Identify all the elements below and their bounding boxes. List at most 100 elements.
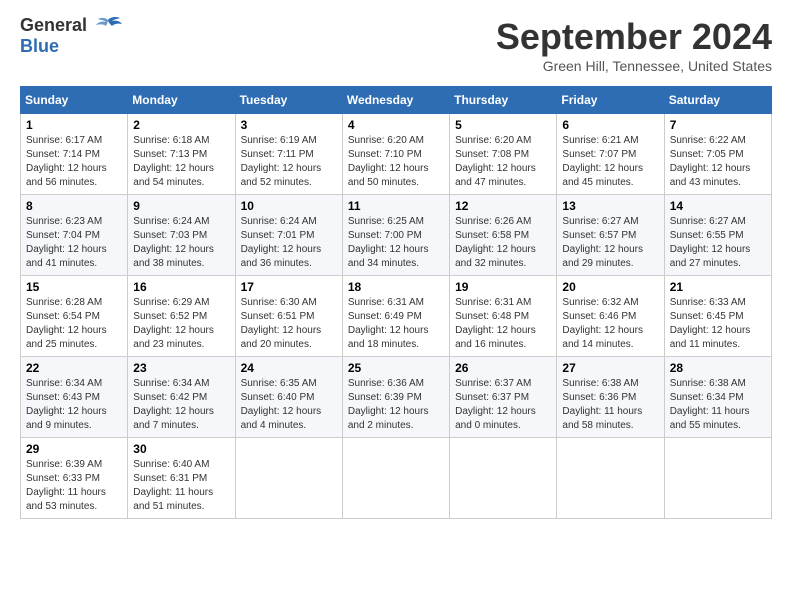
day-number: 17 — [241, 280, 337, 294]
day-number: 30 — [133, 442, 229, 456]
day-number: 18 — [348, 280, 444, 294]
weekday-header-monday: Monday — [128, 87, 235, 114]
calendar-cell: 13 Sunrise: 6:27 AMSunset: 6:57 PMDaylig… — [557, 195, 664, 276]
calendar-cell: 10 Sunrise: 6:24 AMSunset: 7:01 PMDaylig… — [235, 195, 342, 276]
calendar-cell: 18 Sunrise: 6:31 AMSunset: 6:49 PMDaylig… — [342, 276, 449, 357]
day-number: 9 — [133, 199, 229, 213]
calendar-cell: 6 Sunrise: 6:21 AMSunset: 7:07 PMDayligh… — [557, 114, 664, 195]
day-number: 24 — [241, 361, 337, 375]
weekday-header-thursday: Thursday — [450, 87, 557, 114]
day-info: Sunrise: 6:31 AMSunset: 6:49 PMDaylight:… — [348, 296, 444, 352]
calendar-cell: 26 Sunrise: 6:37 AMSunset: 6:37 PMDaylig… — [450, 357, 557, 438]
calendar-cell: 23 Sunrise: 6:34 AMSunset: 6:42 PMDaylig… — [128, 357, 235, 438]
calendar-cell — [235, 438, 342, 519]
day-info: Sunrise: 6:22 AMSunset: 7:05 PMDaylight:… — [670, 134, 766, 190]
calendar-week-row: 22 Sunrise: 6:34 AMSunset: 6:43 PMDaylig… — [21, 357, 772, 438]
day-number: 27 — [562, 361, 658, 375]
calendar-week-row: 1 Sunrise: 6:17 AMSunset: 7:14 PMDayligh… — [21, 114, 772, 195]
day-number: 6 — [562, 118, 658, 132]
day-number: 16 — [133, 280, 229, 294]
day-info: Sunrise: 6:37 AMSunset: 6:37 PMDaylight:… — [455, 377, 551, 433]
day-info: Sunrise: 6:21 AMSunset: 7:07 PMDaylight:… — [562, 134, 658, 190]
day-number: 15 — [26, 280, 122, 294]
day-info: Sunrise: 6:34 AMSunset: 6:43 PMDaylight:… — [26, 377, 122, 433]
day-number: 22 — [26, 361, 122, 375]
calendar-cell: 21 Sunrise: 6:33 AMSunset: 6:45 PMDaylig… — [664, 276, 771, 357]
calendar-cell: 12 Sunrise: 6:26 AMSunset: 6:58 PMDaylig… — [450, 195, 557, 276]
day-number: 14 — [670, 199, 766, 213]
calendar-cell: 28 Sunrise: 6:38 AMSunset: 6:34 PMDaylig… — [664, 357, 771, 438]
day-info: Sunrise: 6:35 AMSunset: 6:40 PMDaylight:… — [241, 377, 337, 433]
day-info: Sunrise: 6:34 AMSunset: 6:42 PMDaylight:… — [133, 377, 229, 433]
title-block: September 2024 Green Hill, Tennessee, Un… — [496, 16, 772, 74]
logo-blue: Blue — [20, 36, 59, 58]
day-info: Sunrise: 6:36 AMSunset: 6:39 PMDaylight:… — [348, 377, 444, 433]
calendar-cell: 3 Sunrise: 6:19 AMSunset: 7:11 PMDayligh… — [235, 114, 342, 195]
day-info: Sunrise: 6:33 AMSunset: 6:45 PMDaylight:… — [670, 296, 766, 352]
calendar-cell: 4 Sunrise: 6:20 AMSunset: 7:10 PMDayligh… — [342, 114, 449, 195]
day-number: 4 — [348, 118, 444, 132]
day-number: 11 — [348, 199, 444, 213]
day-info: Sunrise: 6:17 AMSunset: 7:14 PMDaylight:… — [26, 134, 122, 190]
calendar-week-row: 29 Sunrise: 6:39 AMSunset: 6:33 PMDaylig… — [21, 438, 772, 519]
calendar-cell: 22 Sunrise: 6:34 AMSunset: 6:43 PMDaylig… — [21, 357, 128, 438]
weekday-header-sunday: Sunday — [21, 87, 128, 114]
calendar-cell: 1 Sunrise: 6:17 AMSunset: 7:14 PMDayligh… — [21, 114, 128, 195]
day-info: Sunrise: 6:32 AMSunset: 6:46 PMDaylight:… — [562, 296, 658, 352]
weekday-header-saturday: Saturday — [664, 87, 771, 114]
calendar-cell: 11 Sunrise: 6:25 AMSunset: 7:00 PMDaylig… — [342, 195, 449, 276]
day-info: Sunrise: 6:19 AMSunset: 7:11 PMDaylight:… — [241, 134, 337, 190]
calendar-cell: 17 Sunrise: 6:30 AMSunset: 6:51 PMDaylig… — [235, 276, 342, 357]
calendar-cell — [342, 438, 449, 519]
day-info: Sunrise: 6:40 AMSunset: 6:31 PMDaylight:… — [133, 458, 229, 514]
calendar-cell — [450, 438, 557, 519]
day-number: 7 — [670, 118, 766, 132]
day-number: 28 — [670, 361, 766, 375]
logo-bird-icon — [94, 16, 122, 36]
day-info: Sunrise: 6:20 AMSunset: 7:10 PMDaylight:… — [348, 134, 444, 190]
day-number: 25 — [348, 361, 444, 375]
calendar-week-row: 15 Sunrise: 6:28 AMSunset: 6:54 PMDaylig… — [21, 276, 772, 357]
calendar-cell: 5 Sunrise: 6:20 AMSunset: 7:08 PMDayligh… — [450, 114, 557, 195]
day-number: 1 — [26, 118, 122, 132]
day-number: 21 — [670, 280, 766, 294]
day-number: 2 — [133, 118, 229, 132]
day-info: Sunrise: 6:27 AMSunset: 6:57 PMDaylight:… — [562, 215, 658, 271]
day-info: Sunrise: 6:29 AMSunset: 6:52 PMDaylight:… — [133, 296, 229, 352]
calendar-cell: 9 Sunrise: 6:24 AMSunset: 7:03 PMDayligh… — [128, 195, 235, 276]
weekday-header-wednesday: Wednesday — [342, 87, 449, 114]
calendar-cell: 19 Sunrise: 6:31 AMSunset: 6:48 PMDaylig… — [450, 276, 557, 357]
calendar-cell: 15 Sunrise: 6:28 AMSunset: 6:54 PMDaylig… — [21, 276, 128, 357]
day-number: 8 — [26, 199, 122, 213]
day-info: Sunrise: 6:31 AMSunset: 6:48 PMDaylight:… — [455, 296, 551, 352]
day-info: Sunrise: 6:38 AMSunset: 6:34 PMDaylight:… — [670, 377, 766, 433]
day-number: 29 — [26, 442, 122, 456]
calendar-cell: 7 Sunrise: 6:22 AMSunset: 7:05 PMDayligh… — [664, 114, 771, 195]
calendar-cell — [664, 438, 771, 519]
day-info: Sunrise: 6:23 AMSunset: 7:04 PMDaylight:… — [26, 215, 122, 271]
calendar-cell: 25 Sunrise: 6:36 AMSunset: 6:39 PMDaylig… — [342, 357, 449, 438]
weekday-header-tuesday: Tuesday — [235, 87, 342, 114]
day-info: Sunrise: 6:25 AMSunset: 7:00 PMDaylight:… — [348, 215, 444, 271]
day-info: Sunrise: 6:27 AMSunset: 6:55 PMDaylight:… — [670, 215, 766, 271]
day-number: 26 — [455, 361, 551, 375]
calendar-cell: 30 Sunrise: 6:40 AMSunset: 6:31 PMDaylig… — [128, 438, 235, 519]
day-info: Sunrise: 6:20 AMSunset: 7:08 PMDaylight:… — [455, 134, 551, 190]
calendar-cell: 29 Sunrise: 6:39 AMSunset: 6:33 PMDaylig… — [21, 438, 128, 519]
calendar-cell: 2 Sunrise: 6:18 AMSunset: 7:13 PMDayligh… — [128, 114, 235, 195]
day-info: Sunrise: 6:26 AMSunset: 6:58 PMDaylight:… — [455, 215, 551, 271]
month-title: September 2024 — [496, 16, 772, 58]
day-info: Sunrise: 6:18 AMSunset: 7:13 PMDaylight:… — [133, 134, 229, 190]
weekday-header-row: SundayMondayTuesdayWednesdayThursdayFrid… — [21, 87, 772, 114]
day-number: 20 — [562, 280, 658, 294]
location-subtitle: Green Hill, Tennessee, United States — [496, 58, 772, 74]
day-number: 19 — [455, 280, 551, 294]
day-number: 23 — [133, 361, 229, 375]
day-number: 12 — [455, 199, 551, 213]
calendar-cell — [557, 438, 664, 519]
weekday-header-friday: Friday — [557, 87, 664, 114]
calendar-cell: 14 Sunrise: 6:27 AMSunset: 6:55 PMDaylig… — [664, 195, 771, 276]
calendar-cell: 24 Sunrise: 6:35 AMSunset: 6:40 PMDaylig… — [235, 357, 342, 438]
calendar-cell: 20 Sunrise: 6:32 AMSunset: 6:46 PMDaylig… — [557, 276, 664, 357]
calendar-cell: 8 Sunrise: 6:23 AMSunset: 7:04 PMDayligh… — [21, 195, 128, 276]
